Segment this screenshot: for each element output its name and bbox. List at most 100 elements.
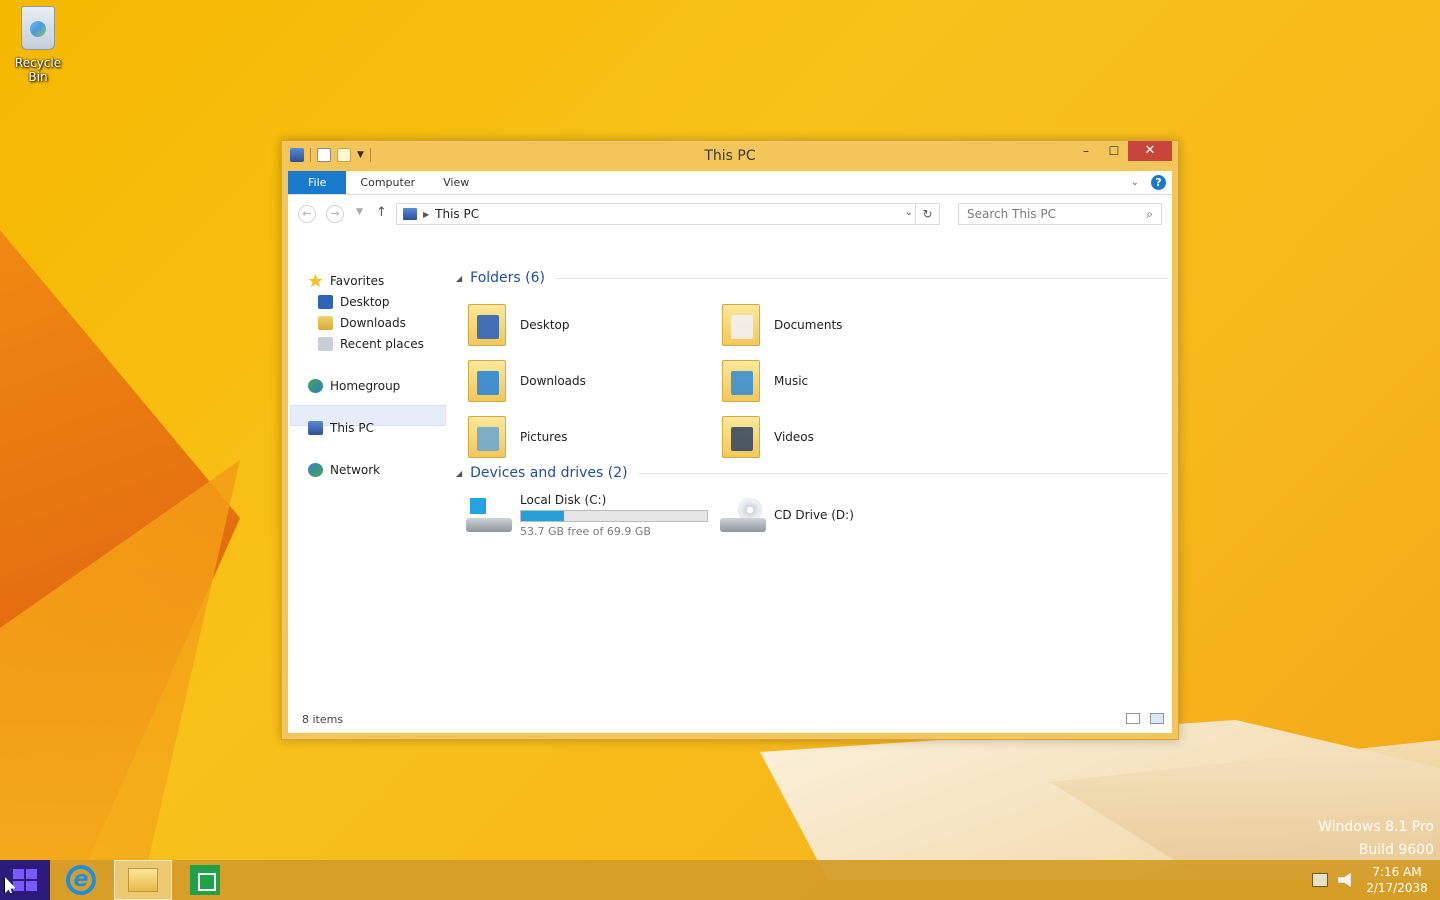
watermark-build: Build 9600	[1358, 842, 1434, 858]
drive-cd-d[interactable]: CD Drive (D:)	[710, 485, 950, 545]
window-controls: – ☐ ✕	[1072, 141, 1172, 161]
folder-label: Downloads	[520, 374, 586, 388]
sidebar-item-recent-places[interactable]: Recent places	[318, 334, 424, 354]
desktop-icon-label: Recycle Bin	[14, 56, 62, 84]
music-folder-icon	[722, 360, 760, 402]
folder-music[interactable]: Music	[710, 355, 950, 407]
window-title: This PC	[704, 148, 756, 164]
group-title: Devices and drives (2)	[470, 465, 628, 481]
address-bar[interactable]: ▶ This PC ⌄ ↻	[396, 203, 940, 225]
sidebar-item-this-pc[interactable]: This PC	[308, 418, 374, 438]
watermark-edition: Windows 8.1 Pro	[1318, 819, 1434, 835]
drive-info: Local Disk (C:) 53.7 GB free of 69.9 GB	[520, 493, 708, 538]
drive-label: Local Disk (C:)	[520, 492, 607, 507]
sidebar-item-network[interactable]: Network	[308, 460, 380, 480]
details-view-icon[interactable]	[1126, 713, 1140, 724]
folder-desktop[interactable]: Desktop	[456, 299, 696, 351]
content-pane: ◢ Folders (6) Desktop Documents Download…	[456, 259, 1172, 707]
folder-videos[interactable]: Videos	[710, 411, 950, 463]
sidebar-item-label: This PC	[330, 421, 374, 435]
sidebar-item-label: Favorites	[330, 274, 385, 288]
expand-ribbon-icon[interactable]: ⌄	[1131, 177, 1139, 188]
group-header-folders[interactable]: ◢ Folders (6)	[456, 270, 1168, 286]
minimize-button[interactable]: –	[1072, 141, 1100, 161]
breadcrumb[interactable]: This PC	[435, 207, 479, 221]
folder-label: Documents	[774, 318, 843, 332]
forward-button[interactable]: →	[326, 205, 344, 223]
breadcrumb-arrow-icon[interactable]: ▶	[423, 210, 429, 219]
windows-logo-icon	[13, 869, 37, 891]
tab-view[interactable]: View	[429, 171, 483, 194]
ribbon-tabs: File Computer View ⌄ ?	[288, 171, 1172, 195]
help-icon[interactable]: ?	[1151, 175, 1166, 190]
store-icon	[190, 865, 220, 895]
taskbar-internet-explorer[interactable]: e	[52, 860, 110, 900]
sidebar-item-label: Downloads	[340, 316, 406, 330]
recent-locations-icon[interactable]: ▼	[356, 207, 363, 217]
downloads-icon	[318, 316, 333, 330]
computer-icon	[308, 421, 323, 435]
volume-muted-icon[interactable]	[1338, 873, 1351, 887]
drive-label: CD Drive (D:)	[774, 508, 854, 522]
tab-computer[interactable]: Computer	[346, 171, 429, 194]
large-icons-view-icon[interactable]	[1150, 713, 1164, 724]
chevron-down-icon[interactable]: ⌄	[905, 207, 913, 218]
refresh-button[interactable]: ↻	[915, 203, 939, 225]
group-header-devices[interactable]: ◢ Devices and drives (2)	[456, 465, 1168, 481]
action-center-flag-icon[interactable]	[1312, 873, 1328, 887]
clock-time: 7:16 AM	[1372, 865, 1422, 879]
sidebar-item-label: Network	[330, 463, 381, 477]
folder-label: Pictures	[520, 430, 568, 444]
collapse-icon[interactable]: ◢	[456, 469, 462, 478]
sidebar-item-favorites[interactable]: Favorites	[308, 271, 384, 291]
divider	[555, 277, 1168, 279]
back-button[interactable]: ←	[298, 205, 316, 223]
hard-drive-icon	[466, 498, 512, 532]
recent-places-icon	[318, 337, 333, 351]
sidebar-item-desktop[interactable]: Desktop	[318, 292, 390, 312]
internet-explorer-icon: e	[66, 865, 96, 895]
sidebar-item-downloads[interactable]: Downloads	[318, 313, 406, 333]
window-body: File Computer View ⌄ ? ← → ▼ ↑ ▶ This PC…	[288, 171, 1172, 733]
tab-file[interactable]: File	[288, 171, 347, 194]
desktop-icon-recycle-bin[interactable]: Recycle Bin	[6, 6, 70, 84]
navigation-bar: ← → ▼ ↑ ▶ This PC ⌄ ↻ Search This PC ⌕	[288, 195, 1172, 229]
taskbar-file-explorer[interactable]	[114, 860, 172, 900]
folder-documents[interactable]: Documents	[710, 299, 950, 351]
disk-usage-fill	[521, 510, 565, 521]
status-bar: 8 items	[288, 707, 1172, 733]
search-input[interactable]: Search This PC ⌕	[958, 203, 1162, 225]
folder-downloads[interactable]: Downloads	[456, 355, 696, 407]
taskbar-store[interactable]	[176, 860, 234, 900]
downloads-folder-icon	[468, 360, 506, 402]
group-title: Folders (6)	[470, 270, 545, 286]
collapse-icon[interactable]: ◢	[456, 274, 462, 283]
sidebar-item-label: Recent places	[340, 337, 424, 351]
windows-watermark: Windows 8.1 Pro Build 9600	[1318, 816, 1434, 862]
disk-usage-bar	[520, 509, 708, 522]
explorer-window[interactable]: ▼ This PC – ☐ ✕ File Computer View ⌄ ? ←…	[281, 140, 1179, 740]
desktop-folder-icon	[468, 304, 506, 346]
up-button[interactable]: ↑	[376, 205, 387, 220]
drive-body	[720, 518, 766, 532]
maximize-button[interactable]: ☐	[1100, 141, 1128, 161]
recycle-bin-icon	[21, 6, 55, 50]
divider	[637, 472, 1168, 474]
computer-icon	[403, 208, 417, 220]
folder-pictures[interactable]: Pictures	[456, 411, 696, 463]
search-icon[interactable]: ⌕	[1146, 207, 1153, 222]
sidebar-item-homegroup[interactable]: Homegroup	[308, 376, 400, 396]
star-icon	[308, 274, 323, 288]
videos-folder-icon	[722, 416, 760, 458]
drive-local-disk-c[interactable]: Local Disk (C:) 53.7 GB free of 69.9 GB	[456, 485, 710, 545]
homegroup-icon	[308, 379, 323, 393]
taskbar: e 7:16 AM 2/17/2038	[0, 860, 1440, 900]
folder-label: Videos	[774, 430, 814, 444]
close-button[interactable]: ✕	[1128, 141, 1172, 161]
folder-label: Music	[774, 374, 809, 388]
title-bar[interactable]: ▼ This PC – ☐ ✕	[282, 141, 1178, 171]
item-count: 8 items	[302, 713, 344, 726]
search-placeholder: Search This PC	[967, 207, 1056, 221]
cd-drive-icon	[720, 498, 766, 532]
clock[interactable]: 7:16 AM 2/17/2038	[1364, 864, 1430, 896]
